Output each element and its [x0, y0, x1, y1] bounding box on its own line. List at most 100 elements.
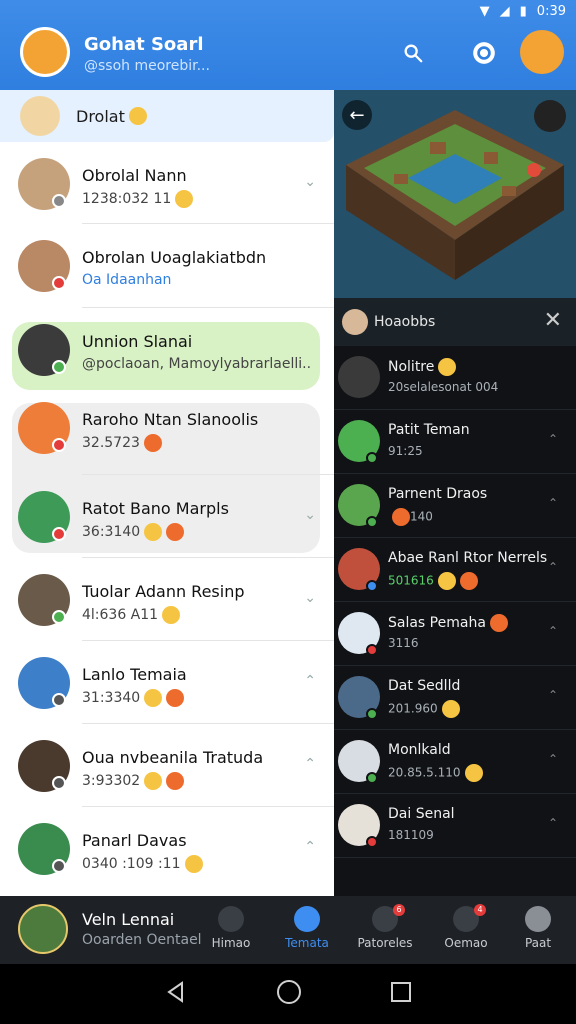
divider: [82, 474, 334, 475]
chat-meta: 181109: [388, 828, 434, 842]
pinned-label: Drolat: [76, 106, 125, 126]
chevron-up-icon[interactable]: ⌃: [304, 839, 316, 855]
divider: [82, 723, 334, 724]
nav-item-profiles[interactable]: 6 Patoreles: [347, 904, 423, 958]
nav-label: Paat: [524, 936, 552, 950]
nav-item-profile[interactable]: Paat: [500, 906, 576, 958]
notification-badge: 4: [474, 904, 486, 916]
chevron-down-icon[interactable]: ⌄: [304, 507, 316, 523]
list-item[interactable]: Monlkald 20.85.5.110 ⌃: [334, 730, 576, 794]
list-item[interactable]: Tuolar Adann Resinp 4l:636 A11 ⌄: [0, 560, 334, 640]
chat-name: Nolitre: [388, 358, 457, 376]
chevron-up-icon[interactable]: ⌃: [548, 496, 558, 510]
nav-item-contacts[interactable]: Temata: [269, 906, 345, 958]
smile-emoji-icon: [162, 606, 181, 624]
divider: [82, 223, 334, 224]
chevron-up-icon[interactable]: ⌃: [548, 624, 558, 638]
list-item[interactable]: Patit Teman 91:25 ⌃: [334, 410, 576, 474]
list-item[interactable]: Nolitre 20selalesonat 004: [334, 346, 576, 410]
chevron-up-icon[interactable]: ⌃: [304, 673, 316, 689]
smile-emoji-icon: [438, 358, 457, 376]
status-badge: [366, 708, 378, 720]
chevron-up-icon[interactable]: ⌃: [548, 688, 558, 702]
list-item[interactable]: Dai Senal 181109 ⌃: [334, 794, 576, 858]
smile-emoji-icon: [128, 107, 147, 125]
status-badge: [52, 527, 66, 541]
back-arrow-icon[interactable]: ←: [342, 100, 372, 130]
list-item[interactable]: Parnent Draos 140 ⌃: [334, 474, 576, 538]
close-icon[interactable]: ✕: [544, 308, 562, 333]
chevron-up-icon[interactable]: ⌃: [548, 816, 558, 830]
status-badge: [366, 452, 378, 464]
list-item[interactable]: Obrolan Uoaglakiatbdn Oa Idaanhan: [0, 226, 334, 306]
angry-emoji-icon: [459, 572, 478, 590]
chat-meta: 501616: [388, 572, 478, 590]
chat-meta-text: 31:3340: [82, 690, 141, 706]
game-map-view[interactable]: ←: [334, 90, 576, 298]
chat-meta: Oa Idaanhan: [82, 272, 172, 288]
chat-meta-text: 1238:032 11: [82, 191, 172, 207]
chat-meta-text: 36:3140: [82, 524, 141, 540]
chevron-down-icon[interactable]: ⌄: [304, 590, 316, 606]
status-bar: ▼ ◢ ▮ 0:39: [0, 0, 576, 22]
nav-item-games[interactable]: 4 Oemao: [428, 904, 504, 958]
list-item[interactable]: Abae Ranl Rtor Nerrels 501616 ⌃: [334, 538, 576, 602]
bottom-nav: Veln Lennai Ooarden Oentael Himao Temata…: [0, 896, 576, 964]
recents-square-icon[interactable]: [390, 981, 412, 1007]
search-icon[interactable]: [400, 40, 426, 66]
chat-meta: 0340 :109 :11: [82, 855, 203, 873]
smile-emoji-icon: [175, 190, 194, 208]
status-badge: [52, 693, 66, 707]
nav-label: Patoreles: [357, 936, 413, 950]
back-triangle-icon[interactable]: [164, 980, 188, 1008]
compass-icon: [218, 906, 244, 932]
chat-meta: 140: [388, 508, 433, 526]
angry-emoji-icon: [166, 689, 185, 707]
nav-label: Oemao: [444, 936, 488, 950]
status-badge: [366, 644, 378, 656]
list-item[interactable]: Unnion Slanai @poclaoan, Mamoylyabrarlae…: [0, 310, 334, 390]
chat-name: Salas Pemaha: [388, 614, 508, 632]
list-item[interactable]: Panarl Davas 0340 :109 :11 ⌃: [0, 809, 334, 889]
list-item[interactable]: Lanlo Temaia 31:3340 ⌃: [0, 643, 334, 723]
list-item[interactable]: Oua nvbeanila Tratuda 3:93302 ⌃: [0, 726, 334, 806]
chat-name: Dat Sedlld: [388, 678, 461, 694]
chevron-up-icon[interactable]: ⌃: [548, 560, 558, 574]
status-time: 0:39: [536, 3, 566, 19]
chat-name: Parnent Draos: [388, 486, 488, 502]
chat-meta-text: 32.5723: [82, 435, 140, 451]
battery-icon: ▮: [519, 3, 527, 19]
chat-name: Obrolal Nann: [82, 166, 187, 185]
chevron-up-icon[interactable]: ⌃: [548, 752, 558, 766]
chat-meta: 20selalesonat 004: [388, 380, 499, 394]
nav-label: Himao: [211, 936, 251, 950]
chevron-up-icon[interactable]: ⌃: [304, 756, 316, 772]
list-item[interactable]: Salas Pemaha 3116 ⌃: [334, 602, 576, 666]
chat-meta: 36:3140: [82, 523, 185, 541]
game-panel: ← Hoaobbs ✕ Nolitre 20selalesonat 004 Pa…: [334, 90, 576, 896]
list-item[interactable]: Obrolal Nann 1238:032 11 ⌄: [0, 144, 334, 224]
pinned-chat[interactable]: Drolat: [0, 90, 334, 142]
profile-avatar[interactable]: [20, 27, 70, 77]
list-item[interactable]: Dat Sedlld 201.960 ⌃: [334, 666, 576, 730]
status-badge: [52, 276, 66, 290]
home-circle-icon[interactable]: [276, 979, 302, 1009]
cool-emoji-icon: [144, 689, 163, 707]
list-item[interactable]: Ratot Bano Marpls 36:3140 ⌄: [0, 477, 334, 557]
nav-item-home[interactable]: Himao: [193, 906, 269, 958]
user-avatar[interactable]: [520, 30, 564, 74]
status-badge: [52, 438, 66, 452]
angry-emoji-icon: [166, 772, 185, 790]
chat-bubble-icon[interactable]: [471, 40, 497, 66]
avatar[interactable]: [18, 904, 68, 954]
list-item[interactable]: Raroho Ntan Slanoolis 32.5723: [0, 388, 334, 468]
chevron-up-icon[interactable]: ⌃: [548, 432, 558, 446]
chevron-down-icon[interactable]: ⌄: [304, 174, 316, 190]
chat-meta: 4l:636 A11: [82, 606, 181, 624]
divider: [82, 557, 334, 558]
smile-emoji-icon: [184, 855, 203, 873]
avatar: [342, 309, 368, 335]
avatar[interactable]: [534, 100, 566, 132]
cool-emoji-icon: [144, 772, 163, 790]
chat-name-text: Salas Pemaha: [388, 615, 486, 631]
